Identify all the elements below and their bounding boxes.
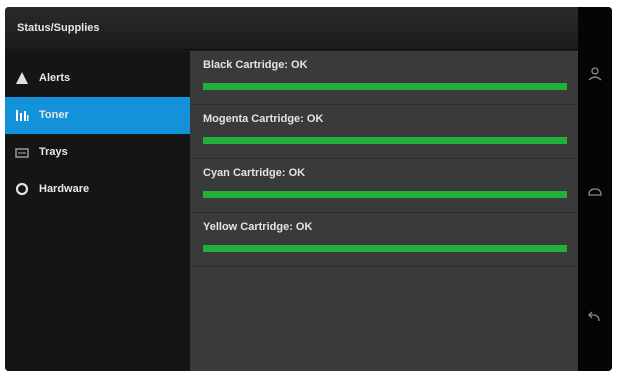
sidebar-item-label: Alerts (39, 72, 71, 84)
toner-status-panel: Black Cartridge: OK Mogenta Cartridge: O… (190, 51, 578, 371)
sidebar-item-label: Hardware (39, 183, 90, 195)
back-icon[interactable] (586, 309, 604, 327)
person-icon[interactable] (586, 65, 604, 83)
cartridge-label: Cyan Cartridge: OK (203, 167, 306, 179)
toner-bars-icon (16, 110, 29, 121)
toner-level-track (203, 191, 567, 198)
toner-level-track (203, 245, 567, 252)
sidebar-item-trays[interactable]: Trays (5, 134, 190, 171)
home-icon[interactable] (586, 183, 604, 201)
cartridge-row-cyan: Cyan Cartridge: OK (190, 159, 578, 213)
cartridge-row-magenta: Mogenta Cartridge: OK (190, 105, 578, 159)
system-nav-bar (578, 7, 612, 371)
hardware-ring-icon (15, 182, 29, 196)
sidebar-item-label: Trays (39, 146, 68, 158)
sidebar-item-toner[interactable]: Toner (5, 97, 190, 134)
toner-level-bar (203, 191, 567, 198)
page-title: Status/Supplies (17, 22, 100, 34)
toner-level-bar (203, 137, 567, 144)
toner-level-bar (203, 83, 567, 90)
tray-icon (15, 148, 29, 158)
device-frame: Status/Supplies Alerts Toner Trays Hardw… (5, 7, 612, 371)
screen: Status/Supplies Alerts Toner Trays Hardw… (5, 7, 578, 371)
cartridge-row-yellow: Yellow Cartridge: OK (190, 213, 578, 267)
sidebar-item-label: Toner (39, 109, 69, 121)
alert-triangle-icon (16, 72, 28, 84)
cartridge-row-black: Black Cartridge: OK (190, 51, 578, 105)
sidebar: Alerts Toner Trays Hardware (5, 51, 190, 371)
sidebar-item-alerts[interactable]: Alerts (5, 60, 190, 97)
toner-level-bar (203, 245, 567, 252)
cartridge-label: Mogenta Cartridge: OK (203, 113, 324, 125)
toner-level-track (203, 137, 567, 144)
cartridge-label: Yellow Cartridge: OK (203, 221, 313, 233)
cartridge-label: Black Cartridge: OK (203, 59, 308, 71)
sidebar-item-hardware[interactable]: Hardware (5, 171, 190, 208)
title-bar: Status/Supplies (5, 7, 578, 50)
toner-level-track (203, 83, 567, 90)
